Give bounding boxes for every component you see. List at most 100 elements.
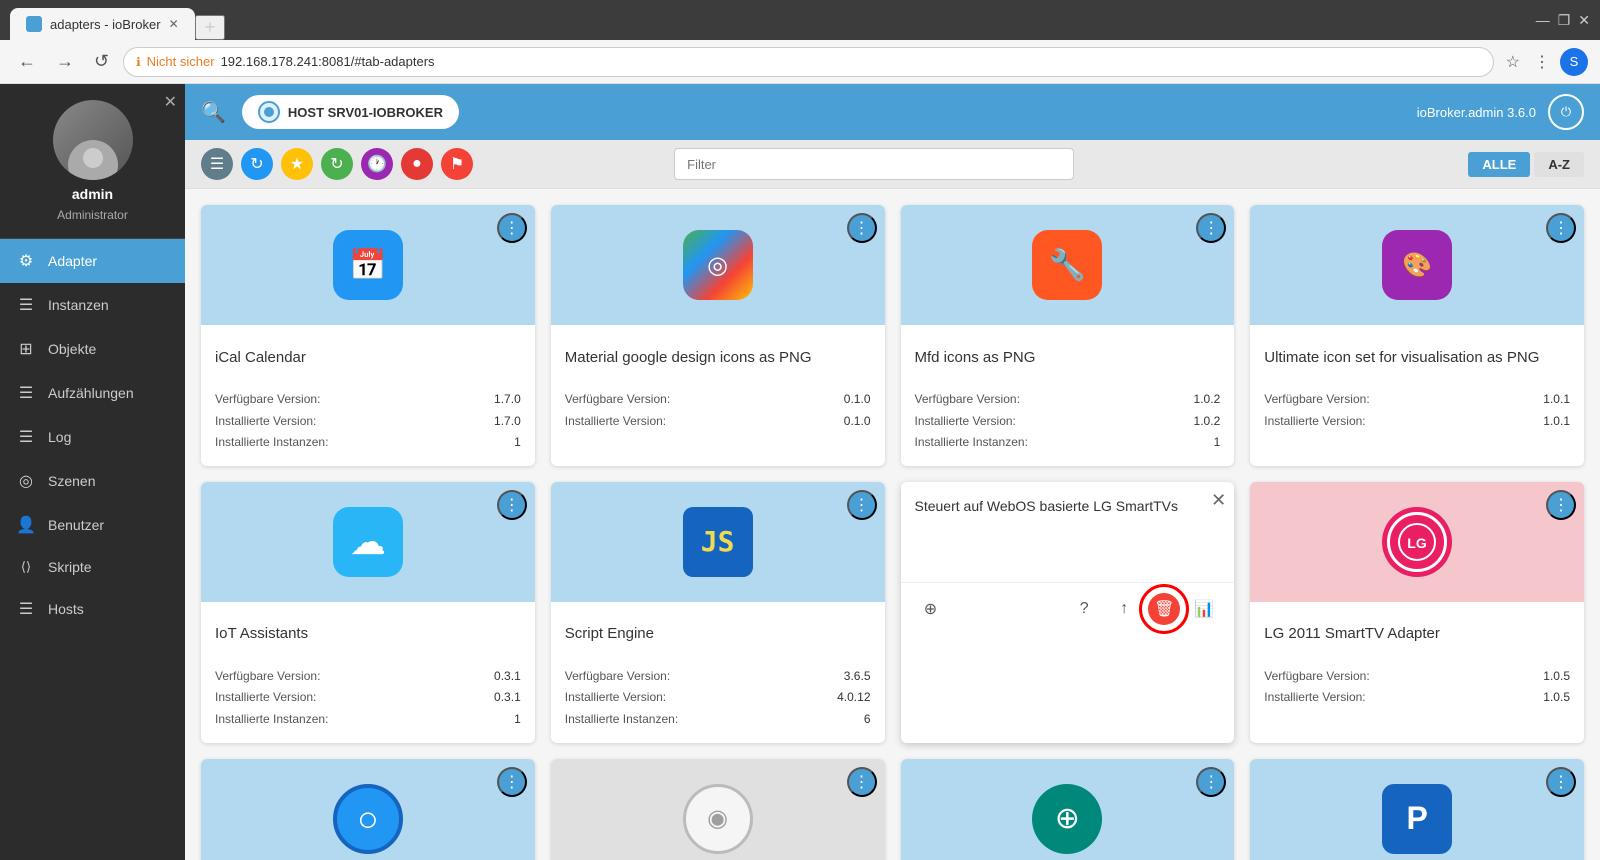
objekte-icon: ⊞ [16,339,36,359]
popup-chart-button[interactable]: 📊 [1188,593,1220,625]
bookmark-button[interactable]: ☆ [1502,48,1524,76]
card-icon-script: JS [683,507,753,577]
sidebar-close-button[interactable]: ✕ [164,92,177,112]
szenen-icon: ◎ [16,471,36,491]
sidebar-item-adapter[interactable]: ⚙ Adapter [0,239,185,283]
popup-close-button[interactable]: ✕ [1211,490,1226,511]
card-menu-material-ui[interactable]: ⋮ [497,767,527,797]
cards-container: 📅 ⋮ iCal Calendar Verfügbare Version: 1.… [185,189,1600,860]
card-menu-ping[interactable]: ⋮ [1546,767,1576,797]
card-body-script: Script Engine Verfügbare Version: 3.6.5 … [551,602,885,743]
filter-refresh-button[interactable]: ↻ [241,148,273,180]
nav-forward-button[interactable]: → [50,47,80,76]
card-top: LG ⋮ [1250,482,1584,602]
card-menu-ical[interactable]: ⋮ [497,213,527,243]
filter-input-wrap [674,148,1074,180]
card-body-mfd: Mfd icons as PNG Verfügbare Version: 1.0… [901,325,1235,466]
security-label: Nicht sicher [147,54,215,69]
card-icon-ping: P [1382,784,1452,854]
user-role: Administrator [57,208,128,222]
aufzaehlungen-icon: ☰ [16,383,36,403]
card-material-google: ◎ ⋮ Material google design icons as PNG … [551,205,885,466]
card-mihome: ◉ ⋮ mihome-vacuum Adapter Verfügbare Ver… [551,759,885,860]
profile-button[interactable]: S [1560,48,1588,76]
skripte-icon: ⟨⟩ [16,559,36,575]
card-menu-material-google[interactable]: ⋮ [847,213,877,243]
card-iot: ☁ ⋮ IoT Assistants Verfügbare Version: 0… [201,482,535,743]
sidebar-item-benutzer[interactable]: 👤 Benutzer [0,503,185,547]
sidebar-item-instanzen[interactable]: ☰ Instanzen [0,283,185,327]
filter-flag-button[interactable]: ⚑ [441,148,473,180]
filter-bar: ☰ ↻ ★ ↻ 🕐 ● ⚑ ALLE A-Z [185,140,1600,189]
popup-delete-button[interactable]: 🗑 [1148,593,1180,625]
card-menu-owntracks[interactable]: ⋮ [1196,767,1226,797]
filter-alle-button[interactable]: ALLE [1468,152,1530,177]
card-top: 🔧 ⋮ [901,205,1235,325]
instanzen-icon: ☰ [16,295,36,315]
card-top: ◎ ⋮ [551,205,885,325]
adapter-icon: ⚙ [16,251,36,271]
card-info-mfd: Verfügbare Version: 1.0.2 Installierte V… [915,389,1221,454]
header-search-icon[interactable]: 🔍 [201,100,226,125]
active-tab[interactable]: adapters - ioBroker ✕ [10,8,195,40]
filter-input[interactable] [674,148,1074,180]
card-menu-iot[interactable]: ⋮ [497,490,527,520]
card-owntracks: ⊕ ⋮ OwnTracks - Your location companion [901,759,1235,860]
card-body-material-google: Material google design icons as PNG Verf… [551,325,885,444]
card-title-material-google: Material google design icons as PNG [565,337,871,377]
nav-reload-button[interactable]: ↺ [88,47,115,76]
filter-update-button[interactable]: ↻ [321,148,353,180]
card-ultimate-icon: 🎨 ⋮ Ultimate icon set for visualisation … [1250,205,1584,466]
sidebar-item-log[interactable]: ☰ Log [0,415,185,459]
sidebar-item-label-instanzen: Instanzen [48,297,109,313]
card-ping: P ⋮ PING Adapter Verfügbare Version: 1.3… [1250,759,1584,860]
card-info-ultimate: Verfügbare Version: 1.0.1 Installierte V… [1264,389,1570,432]
sidebar-item-skripte[interactable]: ⟨⟩ Skripte [0,547,185,587]
tab-title: adapters - ioBroker [50,17,161,32]
power-button[interactable]: ⏻ [1548,94,1584,130]
filter-badge-button[interactable]: ● [401,148,433,180]
value-installiert: 1.7.0 [494,411,521,433]
card-icon-mfd: 🔧 [1032,230,1102,300]
value-instanzen: 1 [514,432,521,454]
menu-button[interactable]: ⋮ [1530,48,1554,76]
filter-star-button[interactable]: ★ [281,148,313,180]
card-menu-mihome[interactable]: ⋮ [847,767,877,797]
info-row-v-available: Verfügbare Version: 1.7.0 [215,389,521,411]
address-bar[interactable]: ℹ Nicht sicher 192.168.178.241:8081/#tab… [123,47,1494,77]
sidebar-item-hosts[interactable]: ☰ Hosts [0,587,185,631]
card-top: ☁ ⋮ [201,482,535,602]
host-selector-button[interactable]: HOST SRV01-IOBROKER [242,95,459,129]
card-icon-ical: 📅 [333,230,403,300]
card-top: 🎨 ⋮ [1250,205,1584,325]
sidebar-user-section: ✕ admin Administrator [0,84,185,239]
host-label: HOST SRV01-IOBROKER [288,105,443,120]
filter-time-button[interactable]: 🕐 [361,148,393,180]
card-body-iot: IoT Assistants Verfügbare Version: 0.3.1… [201,602,535,743]
sidebar-item-label-objekte: Objekte [48,341,96,357]
card-menu-ultimate[interactable]: ⋮ [1546,213,1576,243]
card-info-material-google: Verfügbare Version: 0.1.0 Installierte V… [565,389,871,432]
popup-upload-button[interactable]: ↑ [1108,593,1140,625]
maximize-button[interactable]: ❐ [1558,12,1571,29]
card-menu-mfd[interactable]: ⋮ [1196,213,1226,243]
sidebar-item-aufzaehlungen[interactable]: ☰ Aufzählungen [0,371,185,415]
card-menu-script[interactable]: ⋮ [847,490,877,520]
value-verfuegbar: 1.7.0 [494,389,521,411]
new-tab-button[interactable]: + [195,15,226,40]
card-menu-lg2011[interactable]: ⋮ [1546,490,1576,520]
popup-add-button[interactable]: ⊕ [915,593,947,625]
nav-back-button[interactable]: ← [12,47,42,76]
sidebar-item-objekte[interactable]: ⊞ Objekte [0,327,185,371]
close-window-button[interactable]: ✕ [1578,12,1590,29]
popup-help-button[interactable]: ? [1068,593,1100,625]
filter-list-button[interactable]: ☰ [201,148,233,180]
sidebar-item-szenen[interactable]: ◎ Szenen [0,459,185,503]
browser-toolbar: ← → ↺ ℹ Nicht sicher 192.168.178.241:808… [0,40,1600,84]
sidebar-item-label-adapter: Adapter [48,253,97,269]
filter-az-button[interactable]: A-Z [1534,152,1584,177]
minimize-button[interactable]: — [1536,12,1550,29]
card-icon-material-google: ◎ [683,230,753,300]
security-icon: ℹ [136,55,141,69]
tab-close-icon[interactable]: ✕ [169,17,179,31]
